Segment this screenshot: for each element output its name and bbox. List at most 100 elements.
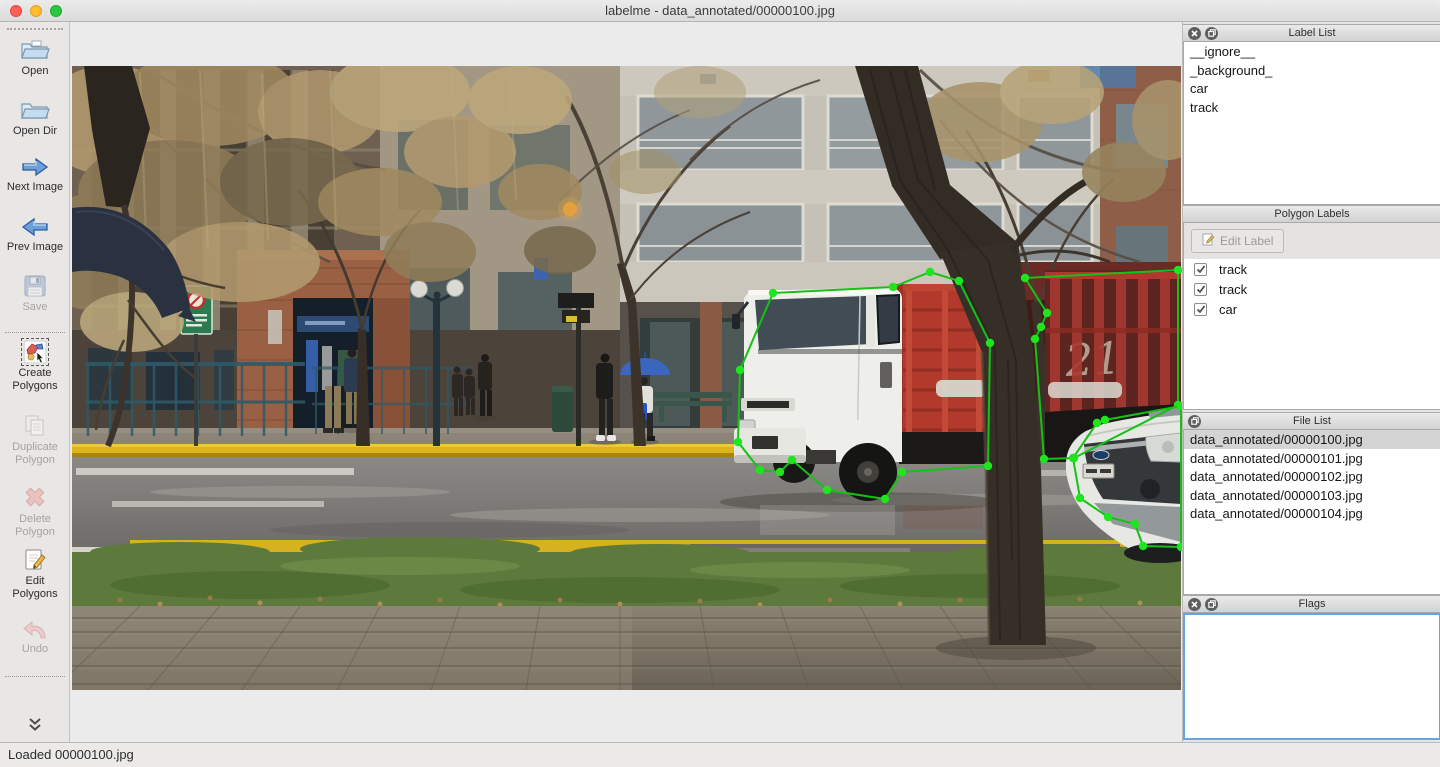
annotation-vertex [736,366,744,374]
checkbox-checked-icon[interactable] [1194,263,1207,276]
file-list-item[interactable]: data_annotated/00000101.jpg [1184,449,1440,468]
annotation-vertex [1043,309,1051,317]
open-folder-icon [20,38,50,62]
float-panel-icon[interactable] [1205,27,1218,40]
duplicate-sheets-icon [23,414,47,438]
float-panel-icon[interactable] [1188,415,1201,428]
annotation-vertex [823,486,831,494]
labelme-window: labelme - data_annotated/00000100.jpg Op… [0,0,1440,767]
annotation-canvas[interactable]: 21 [70,22,1182,742]
undo-button[interactable]: Undo [0,618,70,656]
undo-arrow-icon [22,618,48,640]
red-x-icon [22,484,48,510]
arrow-right-icon [20,156,50,178]
label-list-item[interactable]: car [1184,79,1440,98]
window-title: labelme - data_annotated/00000100.jpg [0,0,1440,22]
annotation-vertex [881,495,889,503]
sidebar: Label List __ignore__ _background_ car t… [1182,22,1440,742]
polygon-labels-panel: Polygon Labels Edit Label track track [1183,205,1440,410]
label-list-header: Label List [1183,24,1440,42]
annotation-vertex [1021,274,1029,282]
polygon-shapes-icon [23,340,47,364]
file-list-panel: File List data_annotated/00000100.jpg da… [1183,412,1440,595]
polygon-labels-toolbar: Edit Label [1183,223,1440,259]
label-list: __ignore__ _background_ car track [1183,42,1440,205]
toolbar-separator [5,332,65,333]
edit-label-pencil-icon [1202,233,1215,249]
titlebar: labelme - data_annotated/00000100.jpg [0,0,1440,22]
annotation-vertex [1037,323,1045,331]
annotation-vertex [984,462,992,470]
annotation-vertex [926,268,934,276]
floppy-disk-icon [23,274,47,298]
status-bar: Loaded 00000100.jpg [0,742,1440,767]
file-list-item[interactable]: data_annotated/00000102.jpg [1184,467,1440,486]
polygon-label-list: track track car [1183,259,1440,410]
polygon-label-row[interactable]: car [1184,299,1440,319]
panel-title: Label List [1183,27,1440,39]
float-panel-icon[interactable] [1205,598,1218,611]
annotation-vertex [1104,513,1112,521]
label-list-panel: Label List __ignore__ _background_ car t… [1183,24,1440,205]
annotation-vertex [986,339,994,347]
canvas-area: 21 [70,22,1182,742]
save-button[interactable]: Save [0,274,70,314]
open-dir-folder-icon [20,98,50,122]
next-image-button[interactable]: Next Image [0,156,70,194]
annotation-vertex [889,283,897,291]
annotation-vertex [1139,542,1147,550]
street-photo: 21 [70,35,1182,690]
label-list-item[interactable]: _background_ [1184,61,1440,80]
file-list-item[interactable]: data_annotated/00000100.jpg [1184,430,1440,449]
annotation-vertex [1031,335,1039,343]
edit-polygons-button[interactable]: Edit Polygons [0,548,70,600]
checkbox-checked-icon[interactable] [1194,303,1207,316]
file-list-item[interactable]: data_annotated/00000104.jpg [1184,504,1440,523]
panel-title: File List [1183,415,1440,427]
annotation-vertex [756,466,764,474]
flags-panel: Flags [1183,595,1440,740]
annotation-vertex [1040,455,1048,463]
annotation-vertex [734,438,742,446]
flags-list[interactable] [1183,613,1440,740]
file-list-item[interactable]: data_annotated/00000103.jpg [1184,486,1440,505]
file-list: data_annotated/00000100.jpg data_annotat… [1183,430,1440,595]
delete-polygon-button[interactable]: Delete Polygon [0,484,70,538]
panel-title: Flags [1183,598,1440,610]
pencil-page-icon [23,548,47,572]
polygon-label-row[interactable]: track [1184,259,1440,279]
close-panel-icon[interactable] [1188,598,1201,611]
store-sign: 21 [1063,333,1123,387]
toolbar-overflow-button[interactable] [0,717,70,736]
duplicate-polygon-button[interactable]: Duplicate Polygon [0,414,70,466]
annotation-vertex [955,277,963,285]
checkbox-checked-icon[interactable] [1194,283,1207,296]
open-dir-button[interactable]: Open Dir [0,98,70,138]
label-list-item[interactable]: track [1184,98,1440,117]
annotation-vertex [788,456,796,464]
annotation-vertex [898,468,906,476]
flags-header: Flags [1183,595,1440,613]
annotation-vertex [769,289,777,297]
annotation-vertex [1131,520,1139,528]
toolbar-separator [5,676,65,677]
chevron-double-down-icon [26,717,44,736]
edit-label-button[interactable]: Edit Label [1191,229,1284,253]
annotation-vertex [1093,419,1101,427]
open-button[interactable]: Open [0,38,70,78]
create-polygons-button[interactable]: Create Polygons [0,340,70,392]
annotation-vertex [1069,454,1077,462]
annotation-vertex [1101,416,1109,424]
polygon-label-row[interactable]: track [1184,279,1440,299]
panel-title: Polygon Labels [1183,208,1440,220]
polygon-labels-header: Polygon Labels [1183,205,1440,223]
toolbar-drag-handle[interactable] [7,28,63,30]
status-message: Loaded 00000100.jpg [8,747,134,762]
toolbar: Open Open Dir Next Image Prev Image Save [0,22,70,742]
annotation-vertex [776,468,784,476]
prev-image-button[interactable]: Prev Image [0,216,70,254]
label-list-item[interactable]: __ignore__ [1184,42,1440,61]
close-panel-icon[interactable] [1188,27,1201,40]
arrow-left-icon [20,216,50,238]
annotation-vertex [1174,266,1182,274]
